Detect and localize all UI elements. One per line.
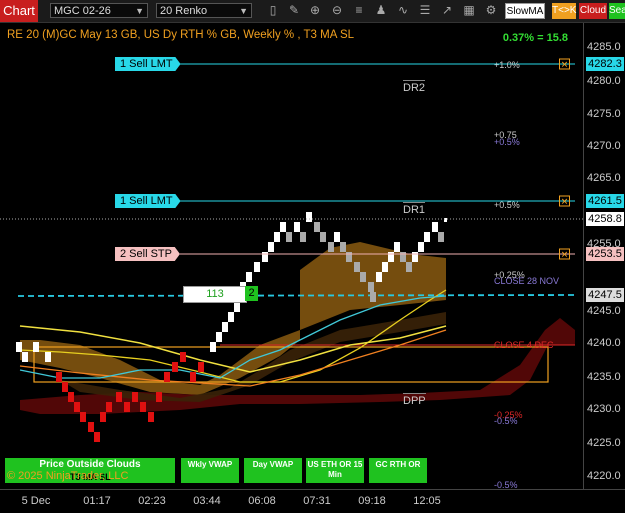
y-tick: 4270.0 <box>587 140 621 152</box>
wkly-vwap-button[interactable]: Wkly VWAP <box>181 458 239 483</box>
y-tick: 4265.0 <box>587 172 621 184</box>
price-tag-vwap: 4247.5 <box>586 288 624 302</box>
x-tick: 12:05 <box>413 495 441 507</box>
y-tick: 4280.0 <box>587 75 621 87</box>
chevron-down-icon: ▼ <box>135 6 144 16</box>
price-tag-sell-stop: 4253.5 <box>586 247 624 261</box>
x-tick: 02:23 <box>138 495 166 507</box>
dpp-label: DPP <box>403 393 426 407</box>
y-tick: 4245.0 <box>587 305 621 317</box>
y-tick: 4240.0 <box>587 337 621 349</box>
gc-rth-or-button[interactable]: GC RTH OR <box>369 458 427 483</box>
sell-limit-order-1[interactable]: 1 Sell LMT <box>115 57 181 71</box>
level-plus-05a: +0.5% <box>494 137 520 147</box>
close-28-nov-label: CLOSE 28 NOV <box>494 276 560 286</box>
y-tick: 4235.0 <box>587 371 621 383</box>
y-tick: 4220.0 <box>587 470 621 482</box>
x-tick: 06:08 <box>248 495 276 507</box>
us-eth-or-button[interactable]: US ETH OR 15 Min <box>306 458 364 483</box>
cancel-order-1-icon[interactable]: ✕ <box>559 58 570 70</box>
instrument-value: MGC 02-26 <box>54 5 111 17</box>
price-tag-sell-limit-1: 4282.3 <box>586 57 624 71</box>
pct-change-label: 0.37% = 15.8 <box>502 32 568 44</box>
properties-icon[interactable]: ≡ <box>352 3 366 18</box>
settings-icon[interactable]: ⚙ <box>484 3 498 18</box>
indicator-icon[interactable]: ∿ <box>396 3 410 18</box>
x-tick: 03:44 <box>193 495 221 507</box>
cloud-button[interactable]: Cloud <box>579 3 607 19</box>
dr2-label: DR2 <box>403 80 426 94</box>
close-4-dec-label: CLOSE 4 DEC <box>494 340 554 350</box>
cancel-order-3-icon[interactable]: ✕ <box>559 248 570 260</box>
drawing-tools-icon[interactable]: ↗ <box>440 3 454 18</box>
price-tag-sell-limit-2: 4261.5 <box>586 194 624 208</box>
level-plus-1: +1.0% <box>494 60 520 70</box>
x-tick: 01:17 <box>83 495 111 507</box>
grid-icon[interactable]: ▦ <box>462 3 476 18</box>
time-axis[interactable]: 5 Dec 01:17 02:23 03:44 06:08 07:31 09:1… <box>0 489 625 513</box>
price-axis[interactable]: 4285.0 4280.0 4275.0 4270.0 4265.0 4255.… <box>583 23 625 489</box>
strategy-icon[interactable]: ♟ <box>374 3 388 18</box>
bar-type-value: 20 Renko <box>160 5 208 17</box>
chart-menu-button[interactable]: Chart <box>0 0 38 22</box>
chart-toolbar: Chart MGC 02-26 ▼ 20 Renko ▼ ▯ ✎ ⊕ ⊖ ≡ ♟ ∿… <box>0 0 625 23</box>
weekly-vwap-line <box>17 294 576 297</box>
instrument-selector[interactable]: MGC 02-26 ▼ <box>50 3 148 18</box>
draw-icon[interactable]: ▯ <box>266 3 280 18</box>
price-tag-last: 4258.8 <box>586 212 624 226</box>
sell-limit-order-2[interactable]: 1 Sell LMT <box>115 194 181 208</box>
position-count-box[interactable]: 2 <box>245 286 258 301</box>
chart-title: RE 20 (M)GC May 13 GB, US Dy RTH % GB, W… <box>7 29 355 41</box>
y-tick: 4225.0 <box>587 437 621 449</box>
cancel-order-2-icon[interactable]: ✕ <box>559 195 570 207</box>
bar-type-selector[interactable]: 20 Renko ▼ <box>156 3 252 18</box>
y-tick: 4285.0 <box>587 41 621 53</box>
day-vwap-button[interactable]: Day VWAP <box>244 458 302 483</box>
sea-button[interactable]: Sea <box>609 3 625 19</box>
dr1-label: DR1 <box>403 202 426 216</box>
copyright-text: © 2025 NinjaTrader, LLC <box>7 470 129 482</box>
slow-ma-button[interactable]: SlowMA <box>505 3 545 19</box>
pencil-icon[interactable]: ✎ <box>287 3 301 18</box>
tck-button[interactable]: T<>K <box>552 3 576 19</box>
zoom-in-icon[interactable]: ⊕ <box>308 3 322 18</box>
x-tick: 09:18 <box>358 495 386 507</box>
options-icon[interactable]: ☰ <box>418 3 432 18</box>
x-tick: 5 Dec <box>21 495 51 507</box>
level-minus-05: -0.5% <box>494 416 518 426</box>
y-tick: 4275.0 <box>587 108 621 120</box>
sell-stop-order[interactable]: 2 Sell STP <box>115 247 180 261</box>
x-tick: 07:31 <box>303 495 331 507</box>
level-plus-05b: +0.5% <box>494 200 520 210</box>
chevron-down-icon: ▼ <box>239 6 248 16</box>
y-tick: 4230.0 <box>587 403 621 415</box>
zoom-out-icon[interactable]: ⊖ <box>330 3 344 18</box>
position-quantity-box[interactable]: 113 <box>183 286 247 303</box>
